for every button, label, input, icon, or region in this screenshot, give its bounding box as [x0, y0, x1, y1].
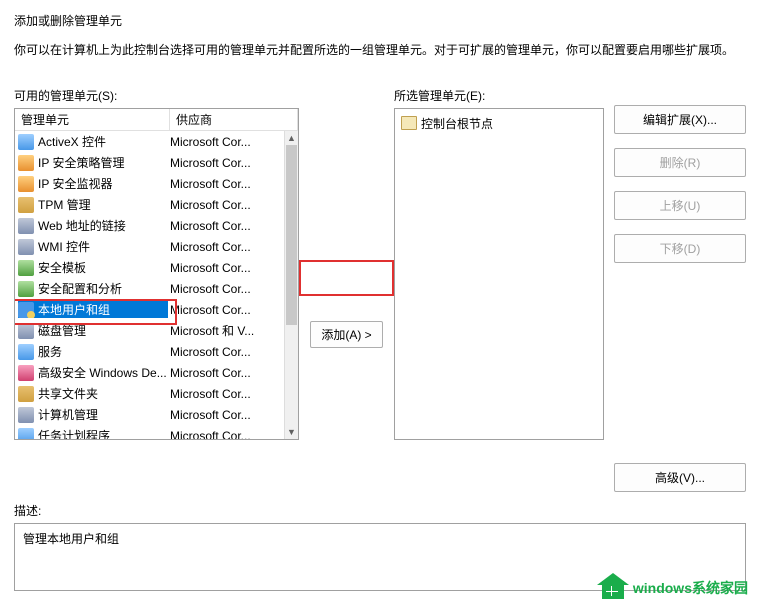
list-item[interactable]: ActiveX 控件 Microsoft Cor... — [15, 131, 298, 152]
snapin-icon — [18, 176, 34, 192]
snapin-name: 高级安全 Windows De... — [38, 364, 167, 381]
move-down-button[interactable]: 下移(D) — [614, 234, 746, 263]
snapin-vendor: Microsoft Cor... — [168, 303, 295, 317]
snapin-vendor: Microsoft Cor... — [168, 366, 295, 380]
selected-label: 所选管理单元(E): — [394, 87, 604, 104]
snapin-vendor: Microsoft Cor... — [168, 261, 295, 275]
scrollbar[interactable]: ▲ ▼ — [284, 131, 298, 439]
folder-icon — [401, 116, 417, 130]
snapin-name: TPM 管理 — [38, 196, 91, 213]
selected-tree[interactable]: 控制台根节点 — [394, 108, 604, 440]
move-up-button[interactable]: 上移(U) — [614, 191, 746, 220]
available-list-header: 管理单元 供应商 — [15, 109, 298, 131]
snapin-name: ActiveX 控件 — [38, 133, 106, 150]
snapin-icon — [18, 239, 34, 255]
list-item[interactable]: 高级安全 Windows De...Microsoft Cor... — [15, 362, 298, 383]
snapin-name: 安全配置和分析 — [38, 280, 122, 297]
watermark-text: windows系统家园 — [633, 578, 748, 598]
snapin-icon — [18, 281, 34, 297]
list-item[interactable]: 磁盘管理 Microsoft 和 V... — [15, 320, 298, 341]
list-item[interactable]: 安全配置和分析 Microsoft Cor... — [15, 278, 298, 299]
header-name[interactable]: 管理单元 — [15, 108, 170, 131]
snapin-icon — [18, 218, 34, 234]
snapin-name: 计算机管理 — [38, 406, 98, 423]
snapin-icon — [18, 407, 34, 423]
snapin-name: 任务计划程序 — [38, 427, 110, 440]
scrollbar-thumb[interactable] — [286, 145, 297, 325]
list-item[interactable]: 共享文件夹 Microsoft Cor... — [15, 383, 298, 404]
snapin-name: 磁盘管理 — [38, 322, 86, 339]
snapin-icon — [18, 197, 34, 213]
list-item[interactable]: 计算机管理 Microsoft Cor... — [15, 404, 298, 425]
list-item[interactable]: 安全模板 Microsoft Cor... — [15, 257, 298, 278]
snapin-icon — [18, 344, 34, 360]
scroll-up-icon[interactable]: ▲ — [285, 131, 298, 145]
edit-extensions-button[interactable]: 编辑扩展(X)... — [614, 105, 746, 134]
list-item[interactable]: IP 安全监视器 Microsoft Cor... — [15, 173, 298, 194]
snapin-icon — [18, 323, 34, 339]
scroll-down-icon[interactable]: ▼ — [285, 425, 298, 439]
snapin-icon — [18, 365, 34, 381]
header-vendor[interactable]: 供应商 — [170, 108, 298, 131]
snapin-vendor: Microsoft Cor... — [168, 429, 295, 441]
remove-button[interactable]: 删除(R) — [614, 148, 746, 177]
snapin-vendor: Microsoft Cor... — [168, 408, 295, 422]
available-list[interactable]: 管理单元 供应商 ActiveX 控件Microsoft Cor...IP 安全… — [14, 108, 299, 440]
snapin-icon — [18, 260, 34, 276]
list-item[interactable]: 服务 Microsoft Cor... — [15, 341, 298, 362]
snapin-icon — [18, 302, 34, 318]
watermark: windows系统家园 — [599, 575, 748, 601]
snapin-icon — [18, 134, 34, 150]
snapin-name: WMI 控件 — [38, 238, 90, 255]
snapin-vendor: Microsoft Cor... — [168, 345, 295, 359]
dialog-subtitle: 你可以在计算机上为此控制台选择可用的管理单元并配置所选的一组管理单元。对于可扩展… — [14, 41, 746, 59]
list-item[interactable]: IP 安全策略管理 Microsoft Cor... — [15, 152, 298, 173]
snapin-icon — [18, 155, 34, 171]
list-item[interactable]: 本地用户和组 Microsoft Cor... — [15, 299, 298, 320]
snapin-vendor: Microsoft Cor... — [168, 156, 295, 170]
snapin-vendor: Microsoft Cor... — [168, 135, 295, 149]
dialog-title: 添加或删除管理单元 — [14, 12, 746, 29]
list-item[interactable]: WMI 控件 Microsoft Cor... — [15, 236, 298, 257]
snapin-name: Web 地址的链接 — [38, 217, 126, 234]
snapin-name: IP 安全监视器 — [38, 175, 112, 192]
description-label: 描述: — [14, 502, 746, 519]
snapin-name: 共享文件夹 — [38, 385, 98, 402]
available-label: 可用的管理单元(S): — [14, 87, 299, 104]
snapin-name: IP 安全策略管理 — [38, 154, 124, 171]
description-text: 管理本地用户和组 — [23, 532, 119, 546]
list-item[interactable]: TPM 管理 Microsoft Cor... — [15, 194, 298, 215]
snapin-name: 安全模板 — [38, 259, 86, 276]
snapin-vendor: Microsoft Cor... — [168, 219, 295, 233]
snapin-vendor: Microsoft Cor... — [168, 387, 295, 401]
tree-root-item[interactable]: 控制台根节点 — [399, 113, 599, 133]
snapin-vendor: Microsoft Cor... — [168, 282, 295, 296]
snapin-name: 本地用户和组 — [38, 301, 110, 318]
snapin-vendor: Microsoft Cor... — [168, 240, 295, 254]
snapin-icon — [18, 428, 34, 441]
snapin-vendor: Microsoft Cor... — [168, 198, 295, 212]
snapin-icon — [18, 386, 34, 402]
add-button[interactable]: 添加(A) > — [310, 321, 382, 348]
advanced-button[interactable]: 高级(V)... — [614, 463, 746, 492]
list-item[interactable]: 任务计划程序 Microsoft Cor... — [15, 425, 298, 440]
watermark-logo-icon — [599, 575, 627, 601]
snapin-vendor: Microsoft 和 V... — [168, 322, 295, 339]
snapin-name: 服务 — [38, 343, 62, 360]
tree-root-label: 控制台根节点 — [421, 115, 493, 132]
list-item[interactable]: Web 地址的链接 Microsoft Cor... — [15, 215, 298, 236]
snapin-vendor: Microsoft Cor... — [168, 177, 295, 191]
